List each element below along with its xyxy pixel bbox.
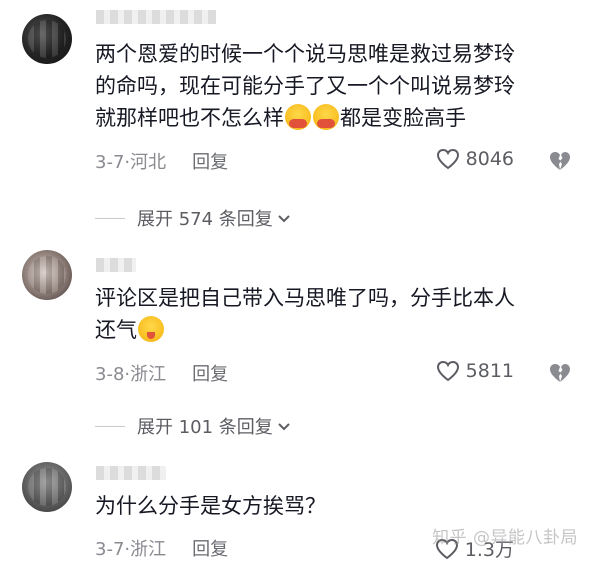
comment-date: 3-7 bbox=[95, 152, 125, 173]
watermark: 知乎 @异能八卦局 bbox=[432, 528, 578, 548]
hug-emoji-icon bbox=[285, 104, 311, 130]
chevron-down-icon bbox=[277, 208, 291, 229]
expand-replies-label: 展开 574 条回复 bbox=[137, 209, 273, 230]
comment-meta: 3-8·浙江 回复 bbox=[95, 360, 228, 386]
reply-button[interactable]: 回复 bbox=[192, 152, 228, 173]
comment-date: 3-8 bbox=[95, 364, 125, 385]
expand-replies-button[interactable]: 展开 101 条回复 bbox=[95, 413, 291, 439]
comment-location: 河北 bbox=[130, 152, 167, 173]
heart-icon bbox=[436, 148, 460, 170]
hug-emoji-icon bbox=[313, 104, 339, 130]
broken-heart-icon[interactable] bbox=[548, 150, 572, 172]
username-blurred[interactable] bbox=[96, 258, 136, 272]
like-count: 8046 bbox=[465, 148, 514, 170]
comment-location: 浙江 bbox=[130, 364, 167, 385]
divider-line bbox=[95, 217, 125, 219]
tongue-wink-emoji-icon bbox=[138, 316, 164, 342]
expand-replies-button[interactable]: 展开 574 条回复 bbox=[95, 205, 291, 231]
comment-meta: 3-7·河北 回复 bbox=[95, 148, 228, 174]
like-count: 5811 bbox=[465, 360, 514, 382]
avatar[interactable] bbox=[22, 250, 72, 300]
comment-text: 为什么分手是女方挨骂？ bbox=[95, 494, 326, 518]
comment-text: 两个恩爱的时候一个个说马思唯是救过易梦玲 的命吗，现在可能分手了又一个个叫说易梦… bbox=[95, 42, 515, 130]
avatar[interactable] bbox=[22, 14, 72, 64]
username-blurred[interactable] bbox=[96, 10, 216, 24]
chevron-down-icon bbox=[277, 416, 291, 437]
comment-location: 浙江 bbox=[130, 539, 167, 560]
like-button[interactable]: 5811 bbox=[436, 360, 514, 382]
username-blurred[interactable] bbox=[96, 466, 166, 480]
like-button[interactable]: 8046 bbox=[436, 148, 514, 170]
comment-meta: 3-7·浙江 回复 bbox=[95, 535, 228, 561]
divider-line bbox=[95, 425, 125, 427]
avatar[interactable] bbox=[22, 462, 72, 512]
heart-icon bbox=[436, 360, 460, 382]
reply-button[interactable]: 回复 bbox=[192, 364, 228, 385]
broken-heart-icon[interactable] bbox=[548, 362, 572, 384]
comment-text: 评论区是把自己带入马思唯了吗，分手比本人 还气 bbox=[95, 286, 515, 342]
reply-button[interactable]: 回复 bbox=[192, 539, 228, 560]
expand-replies-label: 展开 101 条回复 bbox=[137, 417, 273, 438]
comment-date: 3-7 bbox=[95, 539, 125, 560]
